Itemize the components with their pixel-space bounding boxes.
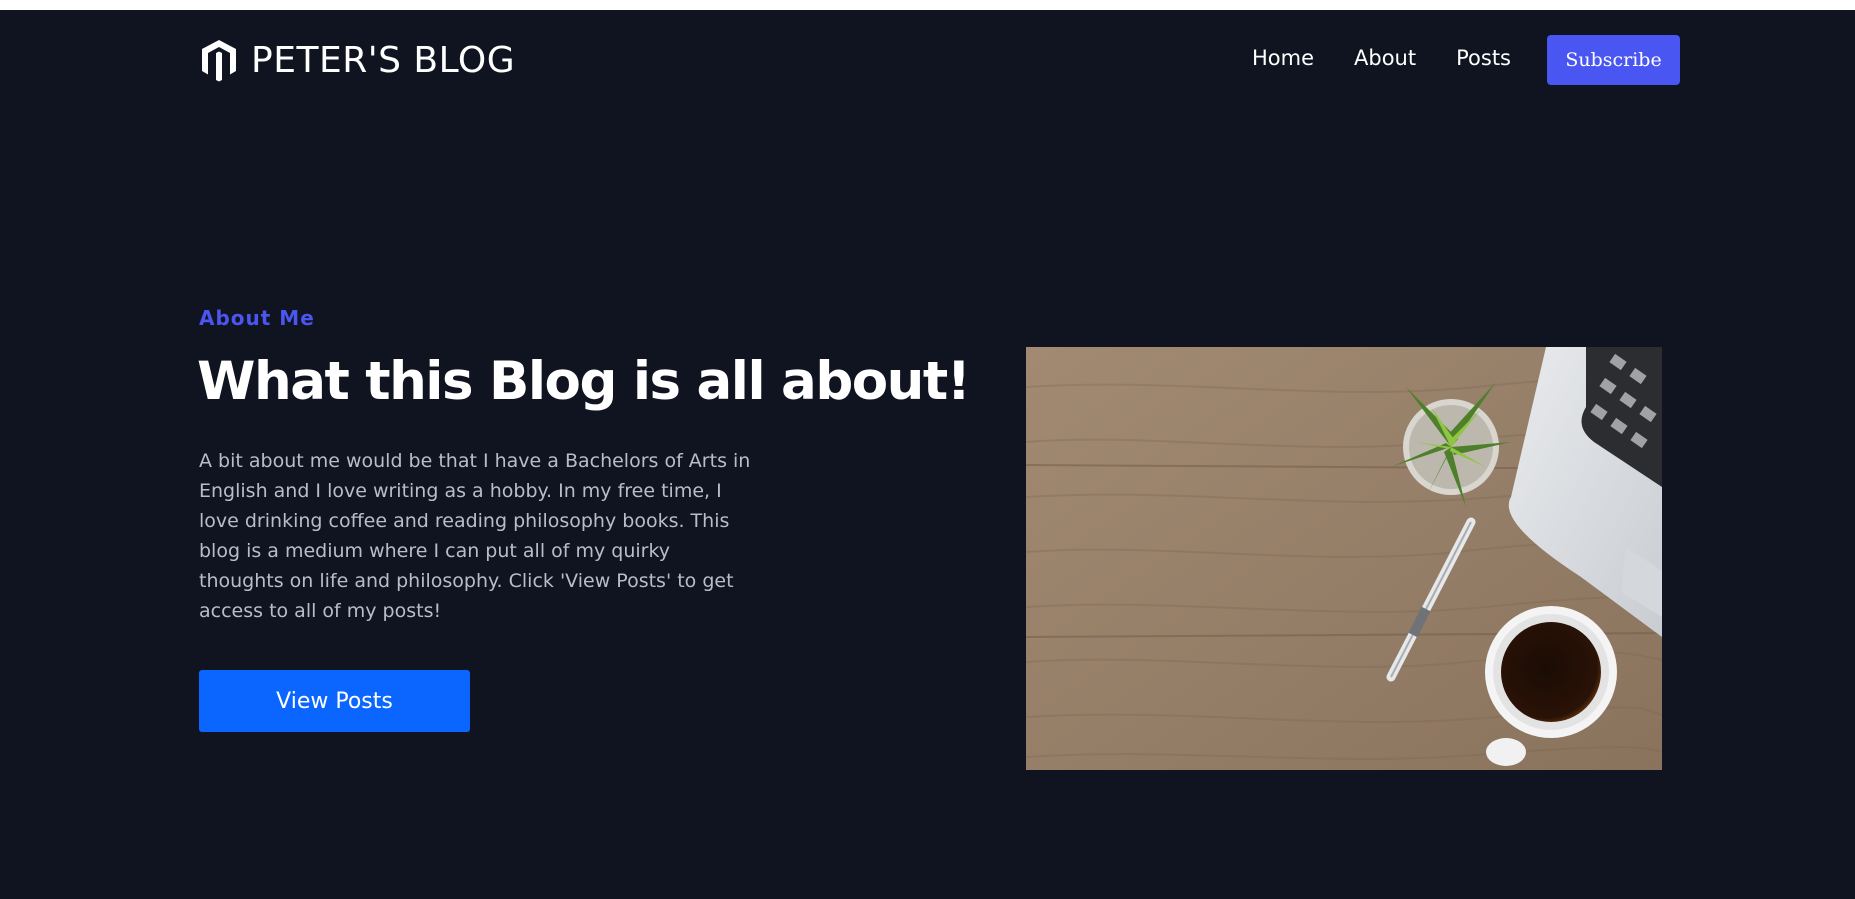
section-eyebrow: About Me	[199, 306, 315, 330]
subscribe-button[interactable]: Subscribe	[1547, 35, 1680, 85]
brand-link[interactable]: PETER'S BLOG	[199, 28, 515, 92]
nav-posts-link[interactable]: Posts	[1456, 42, 1511, 74]
hero-description: A bit about me would be that I have a Ba…	[199, 450, 751, 622]
hero-title: What this Blog is all about!	[197, 351, 971, 412]
nav-home-link[interactable]: Home	[1252, 42, 1314, 74]
shield-m-logo-icon	[202, 40, 236, 82]
top-edge-strip	[0, 0, 1855, 10]
main-nav: Home About Posts	[1252, 42, 1551, 74]
brand-name: PETER'S BLOG	[251, 39, 516, 81]
view-posts-button[interactable]: View Posts	[199, 670, 470, 732]
nav-about-link[interactable]: About	[1354, 42, 1416, 74]
hero-image-desk-scene	[1026, 347, 1662, 770]
